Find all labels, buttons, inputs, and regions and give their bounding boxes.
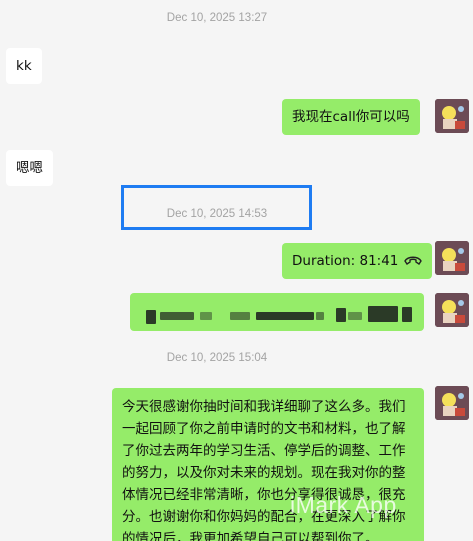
avatar-icon: [435, 241, 469, 275]
call-duration-bubble[interactable]: Duration: 81:41: [282, 243, 433, 279]
watermark: iMark App: [290, 492, 397, 518]
avatar-icon: [435, 99, 469, 133]
timestamp: Dec 10, 2025 15:04: [166, 352, 268, 364]
user-avatar[interactable]: [435, 386, 469, 420]
phone-hangup-icon: [404, 251, 423, 271]
message-text: 嗯嗯: [16, 160, 43, 176]
message-bubble-sent[interactable]: 我现在call你可以吗: [282, 99, 420, 135]
message-bubble-received[interactable]: 嗯嗯: [6, 150, 53, 186]
avatar-icon: [435, 293, 469, 327]
timestamp: Dec 10, 2025 13:27: [166, 12, 268, 24]
message-text: 我现在call你可以吗: [292, 109, 410, 125]
redacted-message-bubble[interactable]: [130, 293, 424, 331]
message-text: kk: [16, 58, 32, 74]
user-avatar[interactable]: [435, 241, 469, 275]
message-bubble-received[interactable]: kk: [6, 48, 42, 84]
timestamp: Dec 10, 2025 14:53: [166, 208, 268, 220]
user-avatar[interactable]: [435, 293, 469, 327]
message-text: 今天很感谢你抽时间和我详细聊了这么多。我们一起回顾了你之前申请时的文书和材料，也…: [122, 399, 406, 541]
message-text: Duration: 81:41: [292, 253, 399, 269]
user-avatar[interactable]: [435, 99, 469, 133]
avatar-icon: [435, 386, 469, 420]
